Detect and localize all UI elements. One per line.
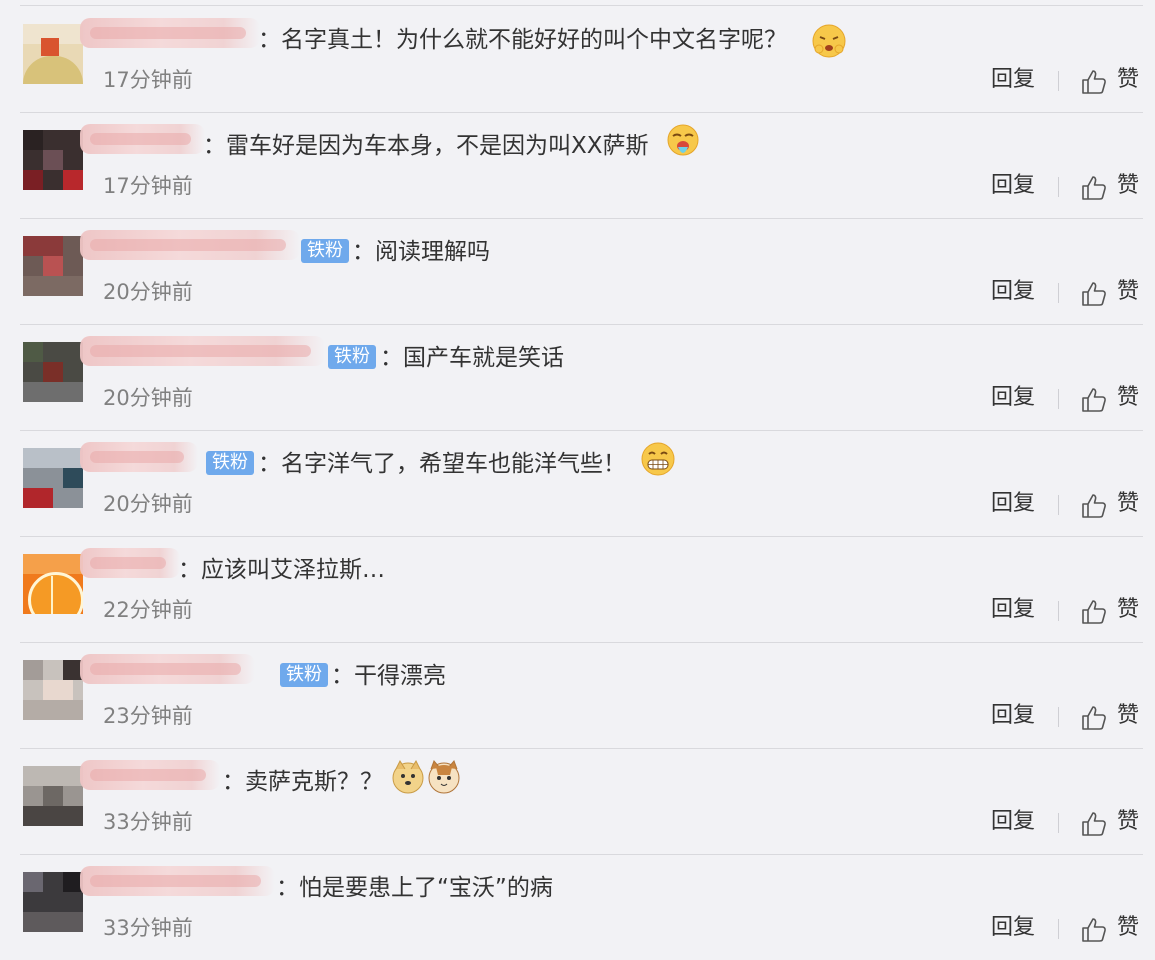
avatar[interactable] [23,130,83,190]
comment-time: 17分钟前 [103,174,193,198]
reply-button[interactable]: 回复 [991,172,1035,200]
comment-item: ：卖萨克斯？？ 33分钟前 回复 赞 [0,748,1155,855]
comment-item: 铁粉 ：阅读理解吗 20分钟前 回复 赞 [0,218,1155,325]
reply-button[interactable]: 回复 [991,914,1035,942]
thumbs-up-icon[interactable] [1080,704,1108,732]
comment-time: 33分钟前 [103,916,193,940]
thumbs-up-icon[interactable] [1080,280,1108,308]
like-button[interactable]: 赞 [1117,702,1139,730]
username-blurred[interactable] [80,654,255,684]
reply-button[interactable]: 回复 [991,596,1035,624]
like-button[interactable]: 赞 [1117,66,1139,94]
comment-text: ：怕是要患上了“宝沃”的病 [276,875,553,901]
reply-button[interactable]: 回复 [991,384,1035,412]
reply-button[interactable]: 回复 [991,66,1035,94]
username-blurred[interactable] [80,442,198,472]
like-button[interactable]: 赞 [1117,278,1139,306]
comment-item: ：名字真土！为什么就不能好好的叫个中文名字呢？ 17分钟前 回复 赞 [0,6,1155,113]
avatar[interactable] [23,24,83,84]
reply-button[interactable]: 回复 [991,702,1035,730]
thumbs-up-icon[interactable] [1080,386,1108,414]
thumbs-up-icon[interactable] [1080,916,1108,944]
like-button[interactable]: 赞 [1117,914,1139,942]
username-blurred[interactable] [80,18,260,48]
fan-badge[interactable]: 铁粉 [328,345,376,369]
action-separator [1058,283,1059,303]
comment-text: ：国产车就是笑话 [380,345,564,371]
username-blurred[interactable] [80,124,205,154]
comment-item: 铁粉 ：国产车就是笑话 20分钟前 回复 赞 [0,324,1155,431]
action-separator [1058,707,1059,727]
reply-button[interactable]: 回复 [991,808,1035,836]
avatar[interactable] [23,766,83,826]
thumbs-up-icon[interactable] [1080,492,1108,520]
avatar[interactable] [23,342,83,402]
action-separator [1058,177,1059,197]
comment-time: 20分钟前 [103,492,193,516]
comment-time: 33分钟前 [103,810,193,834]
action-separator [1058,495,1059,515]
comment-item: 铁粉 ：干得漂亮 23分钟前 回复 赞 [0,642,1155,749]
reply-button[interactable]: 回复 [991,490,1035,518]
shy-laugh-emoji [812,24,846,58]
comment-text: ：名字真土！为什么就不能好好的叫个中文名字呢？ [258,27,787,53]
username-blurred[interactable] [80,336,325,366]
like-button[interactable]: 赞 [1117,384,1139,412]
doge-and-cat-emoji [392,759,460,794]
action-separator [1058,919,1059,939]
comment-time: 20分钟前 [103,386,193,410]
username-blurred[interactable] [80,866,275,896]
comment-text: ：卖萨克斯？？ [222,769,383,795]
avatar[interactable] [23,872,83,932]
action-separator [1058,71,1059,91]
fan-badge[interactable]: 铁粉 [206,451,254,475]
fan-badge[interactable]: 铁粉 [280,663,328,687]
grin-emoji [641,442,675,476]
comment-text: ：名字洋气了，希望车也能洋气些！ [258,451,626,477]
thumbs-up-icon[interactable] [1080,598,1108,626]
comment-time: 22分钟前 [103,598,193,622]
avatar[interactable] [23,236,83,296]
thumbs-up-icon[interactable] [1080,810,1108,838]
comment-text: ：干得漂亮 [331,663,446,689]
action-separator [1058,813,1059,833]
comment-text: ：应该叫艾泽拉斯… [178,557,385,583]
thumbs-up-icon[interactable] [1080,68,1108,96]
username-blurred[interactable] [80,230,300,260]
action-separator [1058,601,1059,621]
avatar[interactable] [23,554,83,614]
comment-item: ：应该叫艾泽拉斯… 22分钟前 回复 赞 [0,536,1155,643]
reply-button[interactable]: 回复 [991,278,1035,306]
action-separator [1058,389,1059,409]
vomit-emoji [667,124,699,156]
comment-time: 23分钟前 [103,704,193,728]
comment-text: ：雷车好是因为车本身，不是因为叫XX萨斯 [203,133,649,159]
like-button[interactable]: 赞 [1117,490,1139,518]
fan-badge[interactable]: 铁粉 [301,239,349,263]
thumbs-up-icon[interactable] [1080,174,1108,202]
comment-text: ：阅读理解吗 [352,239,490,265]
like-button[interactable]: 赞 [1117,172,1139,200]
username-blurred[interactable] [80,548,180,578]
username-blurred[interactable] [80,760,220,790]
like-button[interactable]: 赞 [1117,808,1139,836]
comment-item: 铁粉 ：名字洋气了，希望车也能洋气些！ 20分钟前 回复 赞 [0,430,1155,537]
comment-item: ：怕是要患上了“宝沃”的病 33分钟前 回复 赞 [0,854,1155,960]
comment-item: ：雷车好是因为车本身，不是因为叫XX萨斯 17分钟前 回复 赞 [0,112,1155,219]
like-button[interactable]: 赞 [1117,596,1139,624]
avatar[interactable] [23,660,83,720]
comment-time: 20分钟前 [103,280,193,304]
avatar[interactable] [23,448,83,508]
comment-time: 17分钟前 [103,68,193,92]
